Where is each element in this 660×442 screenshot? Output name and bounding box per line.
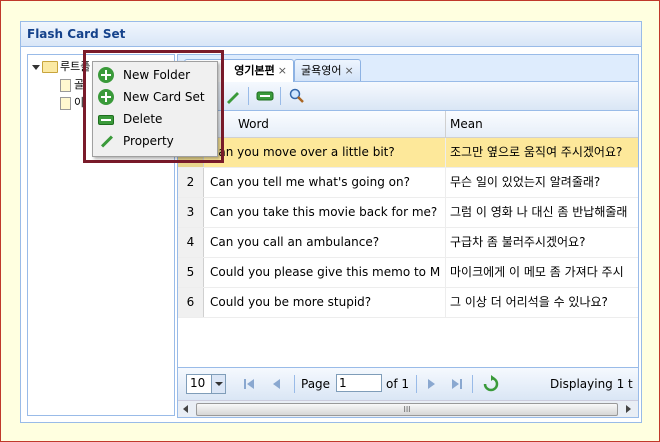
- horizontal-scrollbar[interactable]: III: [178, 400, 638, 417]
- table-row[interactable]: 3 Can you take this movie back for me? 그럼 …: [178, 198, 638, 228]
- last-page-icon[interactable]: [450, 377, 464, 391]
- menu-item-new-folder[interactable]: New Folder: [93, 64, 217, 86]
- menu-item-new-card-set[interactable]: New Card Set: [93, 86, 217, 108]
- paging-toolbar: 10 Page 1 of 1 Displaying 1 t: [178, 367, 638, 400]
- cell-mean: 구급차 좀 불러주시겠어요?: [450, 235, 586, 249]
- document-icon: [60, 96, 71, 110]
- grid-body: 1Can you move over a little bit?조그만 옆으로 …: [178, 138, 638, 318]
- context-menu: New Folder New Card Set Delete Property: [92, 61, 218, 157]
- cell-mean: 그 이상 더 어리석을 수 있나요?: [450, 295, 608, 309]
- toolbar-separator: [280, 87, 281, 105]
- grid-toolbar: [178, 82, 638, 111]
- pencil-icon: [98, 133, 114, 149]
- tree-root[interactable]: 루트폴: [32, 59, 90, 75]
- cell-word: Can you move over a little bit?: [204, 138, 446, 167]
- table-row[interactable]: 1Can you move over a little bit?조그만 옆으로 …: [178, 138, 638, 168]
- page-size-select[interactable]: 10: [186, 374, 226, 394]
- tab-strip: 영기본편 × 굴욕영어 ×: [178, 55, 638, 82]
- row-number: 6: [178, 288, 204, 317]
- menu-item-property[interactable]: Property: [93, 130, 217, 152]
- scroll-right-icon[interactable]: [624, 405, 632, 413]
- menu-item-label: New Card Set: [123, 90, 205, 104]
- document-icon: [60, 78, 71, 92]
- row-number: 4: [178, 228, 204, 257]
- panel-title: Flash Card Set: [21, 22, 641, 47]
- table-row[interactable]: 6 Could you be more stupid? 그 이상 더 어리석을 수 …: [178, 288, 638, 318]
- cell-mean: 마이크에게 이 메모 좀 가져다 주시: [450, 265, 624, 279]
- tree-item[interactable]: 이: [60, 95, 84, 111]
- menu-item-delete[interactable]: Delete: [93, 108, 217, 130]
- close-icon[interactable]: ×: [278, 64, 287, 77]
- menu-item-label: New Folder: [123, 68, 191, 82]
- table-row[interactable]: 2 Can you tell me what's going on? 무슨 일이 있…: [178, 168, 638, 198]
- prev-page-icon[interactable]: [270, 377, 284, 391]
- tab-label: 굴욕영어: [301, 64, 342, 77]
- refresh-icon[interactable]: [482, 375, 500, 393]
- cell-word: Can you call an ambulance?: [204, 228, 446, 257]
- menu-item-label: Delete: [123, 112, 163, 126]
- tab-label: 영기본편: [234, 64, 275, 77]
- toolbar-separator: [248, 87, 249, 105]
- first-page-icon[interactable]: [242, 377, 256, 391]
- minus-icon[interactable]: [256, 87, 274, 105]
- add-icon: [98, 89, 114, 105]
- toolbar-separator: [472, 375, 473, 393]
- table-row[interactable]: 4 Can you call an ambulance? 구급차 좀 불러주시겠어요…: [178, 228, 638, 258]
- cell-word: Can you take this movie back for me?: [204, 198, 446, 227]
- next-page-icon[interactable]: [424, 377, 438, 391]
- search-icon[interactable]: [288, 87, 306, 105]
- minus-icon: [98, 115, 114, 125]
- grid-header: Word Mean: [178, 111, 638, 138]
- pencil-icon[interactable]: [224, 87, 242, 105]
- displaying-text: Displaying 1 t: [550, 377, 633, 391]
- cell-mean: 무슨 일이 있었는지 알려줄래?: [450, 175, 601, 189]
- cell-word: Could you please give this memo to M: [204, 258, 446, 287]
- tree-item[interactable]: 골: [60, 77, 84, 93]
- chevron-down-icon[interactable]: [211, 375, 225, 393]
- close-icon[interactable]: ×: [344, 64, 353, 77]
- toolbar-separator: [416, 375, 417, 393]
- tab-humiliation[interactable]: 굴욕영어 ×: [294, 59, 361, 81]
- row-number: 2: [178, 168, 204, 197]
- table-row[interactable]: 5 Could you please give this memo to M 마이크…: [178, 258, 638, 288]
- word-grid: Word Mean 1Can you move over a little bi…: [178, 111, 638, 318]
- column-word[interactable]: Word: [204, 111, 446, 137]
- folder-icon: [42, 61, 58, 73]
- page-size-value: 10: [190, 376, 206, 390]
- card-set-tabs: 영기본편× 굴욕영어× Word Mean 1Can you move over…: [177, 54, 639, 418]
- row-number: 5: [178, 258, 204, 287]
- cell-mean: 그럼 이 영화 나 대신 좀 반납해줄래: [450, 205, 628, 219]
- toolbar-separator: [294, 375, 295, 393]
- column-mean[interactable]: Mean: [446, 111, 638, 137]
- page-number-input[interactable]: 1: [336, 374, 382, 392]
- menu-item-label: Property: [123, 134, 174, 148]
- scroll-left-icon[interactable]: [182, 405, 190, 413]
- row-number: 3: [178, 198, 204, 227]
- cell-word: Can you tell me what's going on?: [204, 168, 446, 197]
- page-label: Page: [301, 377, 331, 391]
- scrollbar-thumb[interactable]: III: [196, 403, 618, 416]
- expand-icon[interactable]: [32, 64, 40, 70]
- add-icon: [98, 67, 114, 83]
- cell-mean: 조그만 옆으로 움직여 주시겠어요?: [450, 145, 623, 159]
- cell-word: Could you be more stupid?: [204, 288, 446, 317]
- page-count: of 1: [386, 377, 410, 391]
